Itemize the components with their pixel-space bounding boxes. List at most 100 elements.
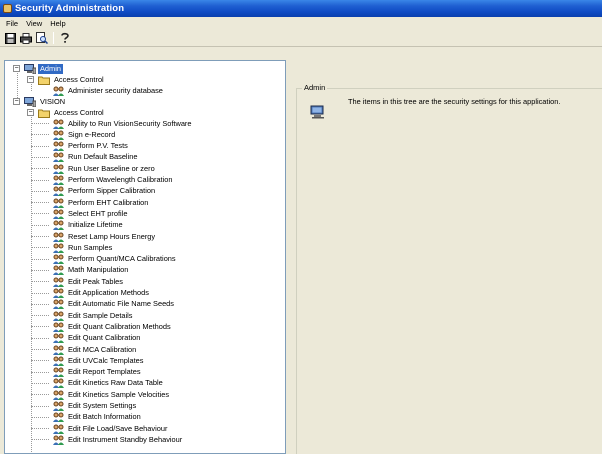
folder-icon <box>37 107 51 118</box>
tree-connector <box>31 236 49 237</box>
tree-connector <box>31 281 49 283</box>
menu-help[interactable]: Help <box>46 19 69 28</box>
tree-node-permission[interactable]: Edit Kinetics Sample Velocities <box>31 389 171 400</box>
detail-pane: Admin The items in this tree are the sec… <box>288 60 602 454</box>
groupbox-label: Admin <box>302 83 328 92</box>
tree-node-permission[interactable]: Perform EHT Calibration <box>31 197 150 208</box>
tree-node-label: Access Control <box>54 74 104 84</box>
users-icon <box>51 367 65 378</box>
tree-node-permission[interactable]: Edit System Settings <box>31 401 138 412</box>
tree-node-vision-access-control[interactable]: − Access Control <box>5 107 106 118</box>
computer-icon <box>23 63 37 74</box>
users-icon <box>51 333 65 344</box>
tree-node-permission[interactable]: Select EHT profile <box>31 208 129 219</box>
app-icon <box>3 4 12 13</box>
tree-node-permission[interactable]: Run Default Baseline <box>31 152 139 163</box>
tree-node-permission[interactable]: Edit UVCalc Templates <box>31 355 145 366</box>
users-icon <box>51 129 65 140</box>
tree-node-permission[interactable]: Perform P.V. Tests <box>31 141 130 152</box>
help-button[interactable] <box>58 31 72 45</box>
tree-node-permission[interactable]: Sign e-Record <box>31 129 117 140</box>
tree-node-permission[interactable]: Perform Sipper Calibration <box>31 186 157 197</box>
users-icon <box>51 197 65 208</box>
tree-node-permission[interactable]: Edit Application Methods <box>31 288 151 299</box>
title-bar[interactable]: Security Administration <box>0 0 602 17</box>
save-icon <box>4 32 16 44</box>
tree-connector <box>31 224 49 226</box>
print-preview-button[interactable] <box>35 31 49 45</box>
admin-groupbox <box>296 88 602 454</box>
tree-node-permission[interactable]: Perform Wavelength Calibration <box>31 175 174 186</box>
users-icon <box>51 254 65 265</box>
tree-node-label: Ability to Run VisionSecurity Software <box>68 118 192 128</box>
tree-node-label: Edit Kinetics Sample Velocities <box>68 389 170 399</box>
tree-node-label: Edit Quant Calibration Methods <box>68 321 171 331</box>
users-icon <box>51 310 65 321</box>
tree-connector <box>31 156 49 158</box>
tree-node-permission[interactable]: Run Samples <box>31 242 114 253</box>
users-icon <box>51 276 65 287</box>
tree-connector <box>31 371 49 373</box>
users-icon <box>51 242 65 253</box>
security-tree[interactable]: − Admin − Access Control Administer secu… <box>4 60 286 454</box>
tree-connector <box>31 360 49 362</box>
tree-node-permission[interactable]: Edit Report Templates <box>31 367 143 378</box>
tree-connector <box>31 416 49 418</box>
users-icon <box>51 378 65 389</box>
tree-connector <box>31 428 49 430</box>
tree-node-permission[interactable]: Edit Sample Details <box>31 310 135 321</box>
users-icon <box>51 265 65 276</box>
tree-connector <box>31 315 49 317</box>
tree-node-permission[interactable]: Reset Lamp Hours Energy <box>31 231 157 242</box>
tree-node-permission[interactable]: Run User Baseline or zero <box>31 163 157 174</box>
tree-connector <box>31 394 49 396</box>
tree-node-label: Edit MCA Calibration <box>68 344 137 354</box>
tree-node-permission[interactable]: Edit Automatic File Name Seeds <box>31 299 176 310</box>
tree-node-permission[interactable]: Administer security database <box>51 85 165 96</box>
tree-node-admin-access-control[interactable]: − Access Control <box>5 74 106 85</box>
tree-connector <box>31 326 49 328</box>
tree-connector <box>31 405 49 407</box>
collapse-icon[interactable]: − <box>27 109 34 116</box>
tree-node-permission[interactable]: Edit Batch Information <box>31 412 143 423</box>
tree-node-permission[interactable]: Edit Quant Calibration <box>31 333 142 344</box>
collapse-icon[interactable]: − <box>13 98 20 105</box>
tree-node-label: Edit Peak Tables <box>68 276 123 286</box>
tree-connector <box>31 168 49 170</box>
save-button[interactable] <box>3 31 17 45</box>
menu-file[interactable]: File <box>2 19 22 28</box>
window-title: Security Administration <box>15 3 125 14</box>
tree-node-label: Edit Kinetics Raw Data Table <box>68 378 163 388</box>
menu-view[interactable]: View <box>22 19 46 28</box>
tree-connector <box>31 337 49 339</box>
tree-node-permission[interactable]: Edit Peak Tables <box>31 276 125 287</box>
tree-node-permission[interactable]: Edit File Load/Save Behaviour <box>31 423 169 434</box>
users-icon <box>51 423 65 434</box>
tree-node-label: Edit Report Templates <box>68 367 141 377</box>
tree-node-permission[interactable]: Ability to Run VisionSecurity Software <box>31 118 194 129</box>
users-icon <box>51 299 65 310</box>
users-icon <box>51 163 65 174</box>
tree-node-permission[interactable]: Math Manipulation <box>31 265 130 276</box>
users-icon <box>51 389 65 400</box>
menu-bar: File View Help <box>0 17 602 30</box>
tree-connector <box>31 439 49 441</box>
toolbar <box>0 30 602 47</box>
tree-node-label: VISION <box>40 96 66 106</box>
tree-node-label: Reset Lamp Hours Energy <box>68 231 156 241</box>
tree-node-permission[interactable]: Edit Kinetics Raw Data Table <box>31 378 165 389</box>
tree-node-permission[interactable]: Initialize Lifetime <box>31 220 125 231</box>
tree-node-label: Sign e-Record <box>68 129 116 139</box>
tree-node-permission[interactable]: Perform Quant/MCA Calibrations <box>31 254 178 265</box>
tree-node-vision[interactable]: − VISION <box>5 96 67 107</box>
tree-node-admin[interactable]: − Admin <box>5 63 63 74</box>
tree-node-permission[interactable]: Edit Instrument Standby Behaviour <box>31 434 184 445</box>
collapse-icon[interactable]: − <box>27 76 34 83</box>
tree-node-permission[interactable]: Edit MCA Calibration <box>31 344 138 355</box>
users-icon <box>51 231 65 242</box>
print-button[interactable] <box>19 31 33 45</box>
tree-connector <box>31 303 49 305</box>
tree-node-permission[interactable]: Edit Quant Calibration Methods <box>31 321 173 332</box>
tree-node-label: Edit Sample Details <box>68 310 133 320</box>
collapse-icon[interactable]: − <box>13 65 20 72</box>
